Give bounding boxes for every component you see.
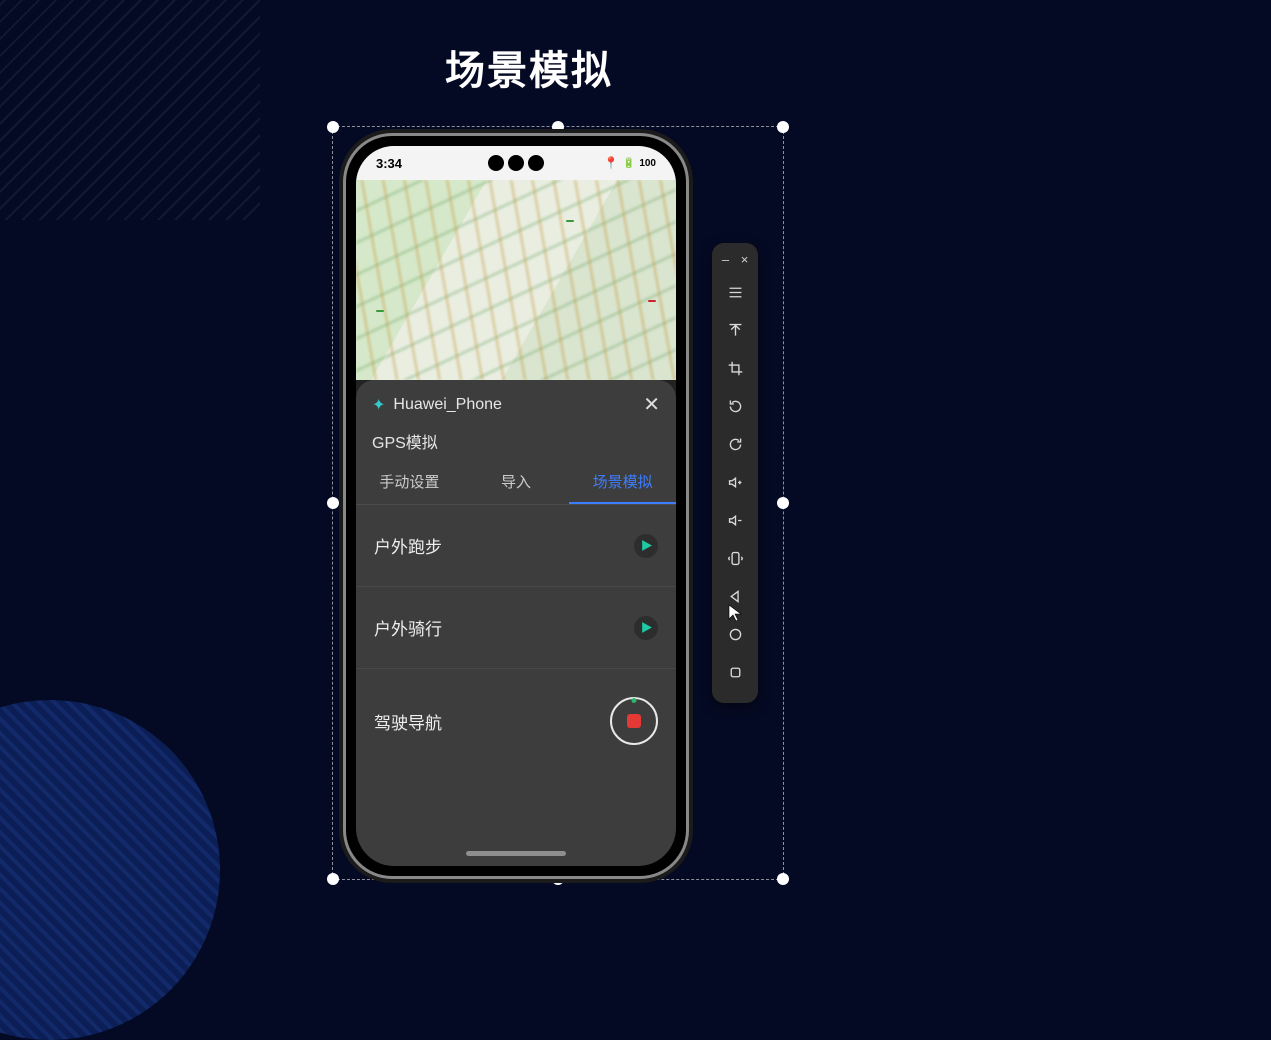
- phone-screen: 3:34 📍 🔋100 ✦ Huawei_Phone ✕ GPS模拟 手动设置: [356, 146, 676, 866]
- map-view[interactable]: [356, 180, 676, 380]
- resize-handle-tr[interactable]: [777, 121, 789, 133]
- play-button[interactable]: [634, 616, 658, 640]
- rotate-cw-icon: [727, 436, 744, 453]
- status-time: 3:34: [376, 156, 402, 171]
- upload-icon: [727, 322, 744, 339]
- menu-button[interactable]: [712, 273, 758, 311]
- scenario-label: 户外骑行: [374, 615, 442, 640]
- map-marker: [566, 220, 574, 222]
- decorative-circle: [0, 700, 220, 1040]
- rotate-ccw-button[interactable]: [712, 387, 758, 425]
- scenario-row: 驾驶导航: [356, 669, 676, 773]
- nav-recent-button[interactable]: [712, 653, 758, 691]
- scenario-label: 驾驶导航: [374, 709, 442, 734]
- resize-handle-tm[interactable]: [552, 121, 564, 133]
- scenario-row: 户外跑步: [356, 505, 676, 587]
- nav-back-icon: [727, 588, 744, 605]
- resize-handle-ml[interactable]: [327, 497, 339, 509]
- scenario-label: 户外跑步: [374, 533, 442, 558]
- stop-icon: [627, 714, 641, 728]
- play-button[interactable]: [634, 534, 658, 558]
- play-icon: [640, 621, 653, 634]
- scenario-list: 户外跑步 户外骑行 驾驶导航: [356, 505, 676, 866]
- panel-close-icon[interactable]: ✕: [643, 392, 660, 417]
- shake-button[interactable]: [712, 539, 758, 577]
- mouse-cursor-icon: [728, 604, 742, 625]
- rotate-ccw-icon: [727, 398, 744, 415]
- gps-panel: ✦ Huawei_Phone ✕ GPS模拟 手动设置 导入 场景模拟 户外跑步…: [356, 380, 676, 866]
- location-icon: 📍: [604, 156, 619, 170]
- home-indicator[interactable]: [466, 851, 566, 856]
- crop-button[interactable]: [712, 349, 758, 387]
- volume-down-button[interactable]: [712, 501, 758, 539]
- panel-tabs: 手动设置 导入 场景模拟: [356, 459, 676, 505]
- tab-scenario[interactable]: 场景模拟: [569, 459, 676, 504]
- rotate-cw-button[interactable]: [712, 425, 758, 463]
- record-button[interactable]: [610, 697, 658, 745]
- play-icon: [640, 539, 653, 552]
- nav-recent-icon: [727, 664, 744, 681]
- status-right: 📍 🔋100: [604, 156, 656, 170]
- scenario-row: 户外骑行: [356, 587, 676, 669]
- camera-pill: [488, 152, 544, 174]
- crop-icon: [727, 360, 744, 377]
- volume-up-icon: [727, 474, 744, 491]
- tab-import[interactable]: 导入: [463, 459, 570, 504]
- device-name: Huawei_Phone: [393, 396, 635, 414]
- volume-up-button[interactable]: [712, 463, 758, 501]
- resize-handle-bl[interactable]: [327, 873, 339, 885]
- emulator-toolbar: – ×: [712, 243, 758, 703]
- status-bar: 3:34 📍 🔋100: [356, 146, 676, 180]
- volume-down-icon: [727, 512, 744, 529]
- page-title: 场景模拟: [445, 38, 613, 96]
- decorative-lines: [0, 0, 260, 220]
- map-marker: [376, 310, 384, 312]
- nav-home-icon: [727, 626, 744, 643]
- minimize-button[interactable]: –: [720, 253, 731, 265]
- resize-handle-mr[interactable]: [777, 497, 789, 509]
- tab-manual[interactable]: 手动设置: [356, 459, 463, 504]
- device-logo-icon: ✦: [372, 395, 385, 415]
- close-button[interactable]: ×: [739, 253, 750, 265]
- panel-subtitle: GPS模拟: [356, 421, 676, 459]
- phone-frame: 3:34 📍 🔋100 ✦ Huawei_Phone ✕ GPS模拟 手动设置: [346, 136, 686, 876]
- resize-handle-br[interactable]: [777, 873, 789, 885]
- resize-handle-tl[interactable]: [327, 121, 339, 133]
- upload-button[interactable]: [712, 311, 758, 349]
- shake-icon: [727, 550, 744, 567]
- map-marker: [648, 300, 656, 302]
- menu-icon: [727, 284, 744, 301]
